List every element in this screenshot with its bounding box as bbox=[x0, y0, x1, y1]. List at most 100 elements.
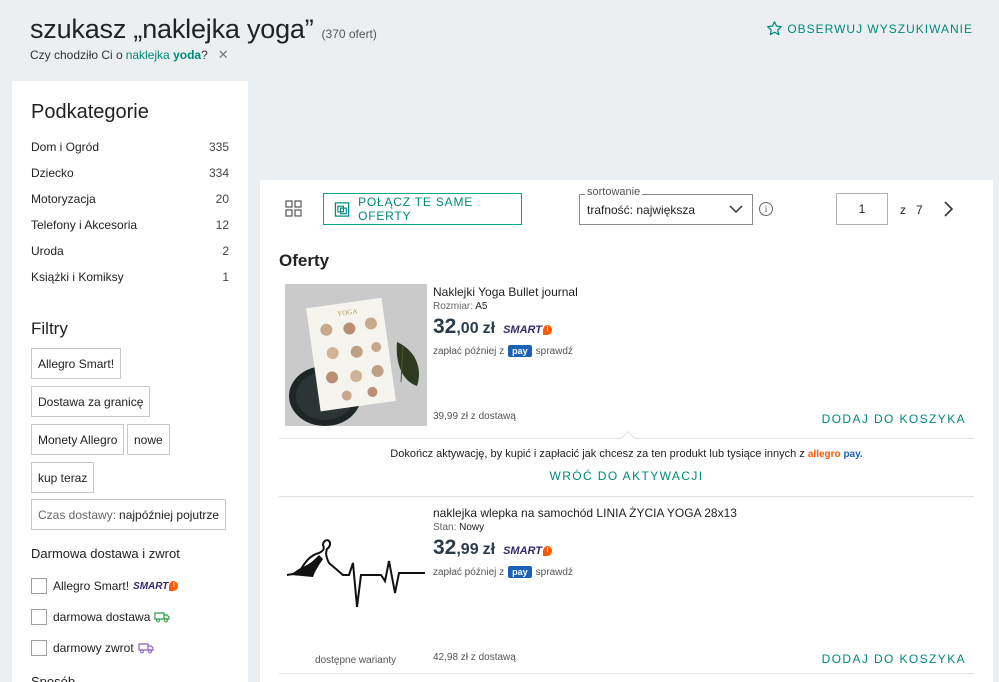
pay-later-text: zapłać później z bbox=[433, 566, 505, 578]
price-currency: zł bbox=[482, 320, 496, 337]
activation-banner: Dokończ aktywację, by kupić i zapłacić j… bbox=[279, 430, 974, 497]
free-delivery-title: Darmowa dostawa i zwrot bbox=[31, 546, 180, 561]
attr-label: Stan: bbox=[433, 522, 457, 533]
offer-shipping: 42,98 zł z dostawą bbox=[433, 652, 516, 663]
smart-badge-text: SMART bbox=[503, 324, 542, 336]
did-you-mean-link[interactable]: naklejka yoda bbox=[126, 48, 201, 62]
page-total-value: 7 bbox=[916, 203, 923, 217]
variants-link[interactable]: dostępne warianty bbox=[315, 655, 396, 666]
price-decimal: ,00 bbox=[456, 320, 479, 337]
results-panel: POŁĄCZ TE SAME OFERTY trafność: najwięks… bbox=[260, 180, 993, 682]
section-title-cut: Sposób bbox=[31, 674, 76, 682]
filter-chip-monety[interactable]: Monety Allegro bbox=[31, 424, 125, 455]
sidebar: Podkategorie Dom i Ogród 335 Dziecko 334 M… bbox=[12, 81, 248, 682]
activation-message: Dokończ aktywację, by kupić i zapłacić j… bbox=[279, 448, 974, 460]
suggest-suffix: ? bbox=[201, 48, 208, 62]
offer-price: 32,00 zł SMART! bbox=[433, 315, 552, 339]
offer-title-link[interactable]: Naklejki Yoga Bullet journal bbox=[433, 285, 578, 299]
star-icon bbox=[767, 21, 783, 36]
subcategory-item[interactable]: Książki i Komiksy 1 bbox=[31, 270, 229, 296]
filter-chip-abroad[interactable]: Dostawa za granicę bbox=[31, 386, 151, 417]
subcategory-item[interactable]: Dom i Ogród 335 bbox=[31, 140, 229, 166]
offer-attribute: Stan: Nowy bbox=[433, 522, 484, 533]
filter-chip-delivery-time[interactable]: Czas dostawy: najpóźniej pojutrze bbox=[31, 499, 227, 530]
offer-card: YOGA Naklejki Yoga Bullet journal Rozmia… bbox=[279, 284, 974, 426]
checkbox-label: Allegro Smart! bbox=[53, 579, 130, 593]
offer-title-link[interactable]: naklejka wlepka na samochód LINIA ŻYCIA … bbox=[433, 506, 737, 520]
subcategory-name: Uroda bbox=[31, 244, 64, 258]
subcategory-name: Telefony i Akcesoria bbox=[31, 218, 138, 232]
smart-badge: SMART! bbox=[503, 324, 552, 336]
page-number-input[interactable]: 1 bbox=[836, 193, 888, 225]
subcategory-name: Dziecko bbox=[31, 166, 74, 180]
subcategory-item[interactable]: Dziecko 334 bbox=[31, 166, 229, 192]
offer-card: naklejka wlepka na samochód LINIA ŻYCIA … bbox=[279, 505, 974, 670]
subcategory-name: Motoryzacja bbox=[31, 192, 96, 206]
combine-icon bbox=[334, 201, 350, 217]
suggest-word-2: yoda bbox=[173, 48, 202, 62]
did-you-mean-prefix: Czy chodziło Ci o bbox=[30, 48, 123, 62]
smart-badge-text: SMART bbox=[503, 545, 542, 557]
smart-exclaim-icon: ! bbox=[169, 581, 179, 591]
attr-value: Nowy bbox=[459, 522, 485, 533]
subcategories-title: Podkategorie bbox=[31, 101, 149, 123]
subcategory-count: 2 bbox=[222, 244, 229, 258]
chevron-right-icon[interactable] bbox=[942, 200, 954, 218]
pay-badge: pay bbox=[508, 345, 532, 357]
subcategory-item[interactable]: Motoryzacja 20 bbox=[31, 192, 229, 218]
price-decimal: ,99 bbox=[456, 541, 479, 558]
grid-view-icon[interactable] bbox=[285, 200, 302, 222]
add-to-cart-button[interactable]: DODAJ DO KOSZYKA bbox=[822, 412, 966, 426]
combine-offers-button[interactable]: POŁĄCZ TE SAME OFERTY bbox=[323, 193, 522, 225]
pay-check-link[interactable]: sprawdź bbox=[536, 346, 573, 357]
sort-label: sortowanie bbox=[585, 186, 643, 198]
price-currency: zł bbox=[482, 541, 496, 558]
info-icon[interactable]: i bbox=[759, 202, 773, 216]
price-integer: 32 bbox=[433, 315, 457, 338]
observe-search-button[interactable]: OBSERWUJ WYSZUKIWANIE bbox=[766, 20, 973, 37]
delivery-time-value: najpóźniej pojutrze bbox=[119, 507, 220, 522]
filter-chip-kup-teraz[interactable]: kup teraz bbox=[31, 462, 95, 493]
filter-chip-nowe[interactable]: nowe bbox=[127, 424, 170, 455]
filter-chip-allegro-smart[interactable]: Allegro Smart! bbox=[31, 348, 122, 379]
add-to-cart-button[interactable]: DODAJ DO KOSZYKA bbox=[822, 652, 966, 666]
suggest-word-1: naklejka bbox=[125, 48, 170, 62]
checkbox[interactable] bbox=[31, 609, 47, 625]
pay-check-link[interactable]: sprawdź bbox=[536, 567, 573, 578]
pay-later-info: zapłać później z pay sprawdź bbox=[433, 345, 573, 357]
page-title: szukasz „naklejka yoga” bbox=[30, 14, 314, 44]
subcategory-name: Książki i Komiksy bbox=[31, 270, 124, 284]
sort-select[interactable]: trafność: największa bbox=[579, 194, 753, 225]
sort-value: trafność: największa bbox=[587, 202, 696, 217]
checkbox-allegro-smart[interactable]: Allegro Smart! SMART! bbox=[31, 578, 179, 594]
smart-exclaim-icon: ! bbox=[542, 325, 552, 335]
checkbox[interactable] bbox=[31, 640, 47, 656]
checkbox-label: darmowy zwrot bbox=[53, 641, 134, 655]
offer-image[interactable] bbox=[285, 515, 427, 657]
offer-image[interactable]: YOGA bbox=[285, 284, 427, 426]
filters-title: Filtry bbox=[31, 319, 68, 338]
banner-notch bbox=[620, 430, 636, 446]
allegro-pay-logo: allegro pay. bbox=[808, 449, 863, 460]
pay-later-text: zapłać później z bbox=[433, 345, 505, 357]
checkbox[interactable] bbox=[31, 578, 47, 594]
back-to-activation-button[interactable]: WRÓĆ DO AKTYWACJI bbox=[279, 469, 974, 483]
checkbox-free-return[interactable]: darmowy zwrot bbox=[31, 640, 154, 656]
activation-text: Dokończ aktywację, by kupić i zapłacić j… bbox=[390, 448, 805, 460]
subcategory-item[interactable]: Telefony i Akcesoria 12 bbox=[31, 218, 229, 244]
search-header: szukasz „naklejka yoga” (370 ofert) Czy … bbox=[0, 0, 999, 80]
subcategory-item[interactable]: Uroda 2 bbox=[31, 244, 229, 270]
page-of-label: z bbox=[900, 203, 906, 217]
search-heading: szukasz „naklejka yoga” (370 ofert) bbox=[30, 14, 377, 45]
subcategory-name: Dom i Ogród bbox=[31, 140, 100, 154]
subcategory-count: 20 bbox=[215, 192, 229, 206]
observe-label: OBSERWUJ WYSZUKIWANIE bbox=[787, 21, 973, 36]
close-icon[interactable]: ✕ bbox=[218, 47, 229, 63]
page-total: z 7 bbox=[900, 203, 923, 217]
divider bbox=[279, 673, 974, 674]
smart-badge: SMART! bbox=[133, 581, 179, 592]
checkbox-free-delivery[interactable]: darmowa dostawa bbox=[31, 609, 170, 625]
smart-exclaim-icon: ! bbox=[542, 546, 552, 556]
offer-shipping: 39,99 zł z dostawą bbox=[433, 411, 516, 422]
subcategory-count: 12 bbox=[215, 218, 229, 232]
